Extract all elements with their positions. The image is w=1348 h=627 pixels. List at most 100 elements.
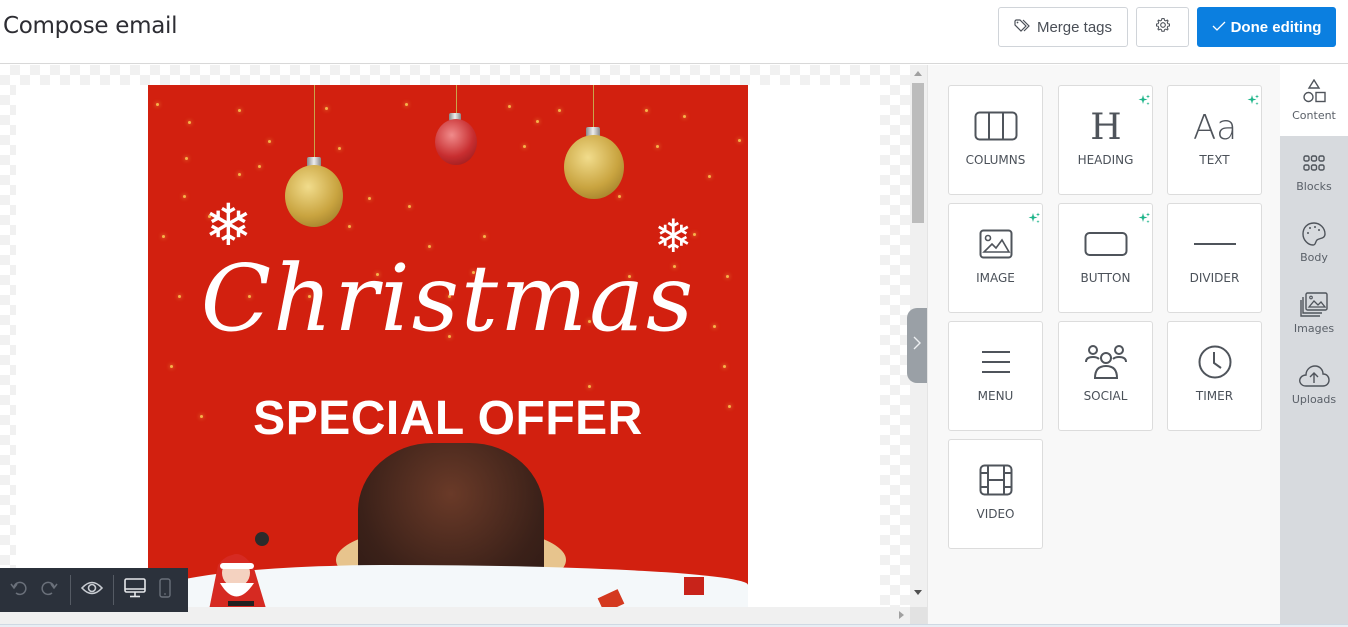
images-icon: [1300, 292, 1328, 318]
sparkle-star: [723, 365, 726, 368]
svg-text:H: H: [1090, 109, 1121, 143]
content-tile-timer[interactable]: TIMER: [1167, 321, 1262, 431]
side-tab-label: Content: [1292, 109, 1336, 122]
christmas-banner-image[interactable]: ❄ ❄ Christmas SPECIAL OFFER: [148, 85, 748, 607]
side-tab-label: Blocks: [1296, 180, 1332, 193]
scroll-up-arrow[interactable]: [914, 71, 922, 76]
ai-sparkle-icon: [1247, 93, 1259, 111]
special-offer-heading: SPECIAL OFFER: [253, 392, 643, 445]
content-panel: COLUMNS H HEADING Aa TEXT IMAGE BUTTON DIVIDER M…: [927, 65, 1280, 624]
text-icon: Aa: [1168, 106, 1261, 146]
blocks-grid-icon: [1303, 150, 1325, 176]
content-tile-image[interactable]: IMAGE: [948, 203, 1043, 313]
columns-icon: [949, 106, 1042, 146]
video-icon: [949, 460, 1042, 500]
tile-label: HEADING: [1077, 153, 1134, 167]
toolbar-divider: [113, 575, 114, 605]
gift-box: [684, 577, 704, 595]
gold-ornament-left: [285, 165, 343, 227]
content-tile-menu[interactable]: MENU: [948, 321, 1043, 431]
ornament-string: [456, 85, 457, 115]
tile-label: SOCIAL: [1083, 389, 1128, 403]
tile-label: TIMER: [1195, 389, 1234, 403]
sparkle-star: [588, 385, 591, 388]
sparkle-star: [683, 115, 686, 118]
red-ornament: [435, 119, 477, 165]
settings-button[interactable]: [1136, 7, 1189, 47]
sparkle-star: [368, 197, 371, 200]
scroll-down-arrow[interactable]: [914, 590, 922, 595]
shapes-icon: [1302, 79, 1326, 105]
side-tab-images[interactable]: Images: [1280, 278, 1348, 349]
sparkle-star: [536, 120, 539, 123]
desktop-view-button[interactable]: [120, 568, 150, 612]
side-tab-label: Uploads: [1291, 393, 1337, 406]
sparkle-star: [258, 165, 261, 168]
scroll-right-arrow[interactable]: [899, 611, 904, 619]
svg-text:Aa: Aa: [1192, 108, 1236, 144]
content-tile-text[interactable]: Aa TEXT: [1167, 85, 1262, 195]
image-icon: [949, 224, 1042, 264]
gold-ornament-right: [564, 135, 624, 199]
tile-label: DIVIDER: [1189, 271, 1240, 285]
button-icon: [1059, 224, 1152, 264]
preview-button[interactable]: [77, 568, 107, 612]
editor-toolbar: [0, 568, 188, 612]
social-icon: [1059, 342, 1152, 382]
content-tile-social[interactable]: SOCIAL: [1058, 321, 1153, 431]
sparkle-star: [693, 233, 696, 236]
content-tile-divider[interactable]: DIVIDER: [1167, 203, 1262, 313]
tile-label: BUTTON: [1080, 271, 1131, 285]
tile-label: TEXT: [1199, 153, 1230, 167]
ai-sparkle-icon: [1138, 211, 1150, 229]
gear-icon: [1155, 17, 1171, 37]
heading-icon: H: [1059, 106, 1152, 146]
tile-label: COLUMNS: [965, 153, 1026, 167]
done-editing-button[interactable]: Done editing: [1197, 7, 1336, 47]
palette-icon: [1301, 221, 1327, 247]
cloud-upload-icon: [1298, 363, 1330, 389]
sparkle-star: [325, 107, 328, 110]
sparkle-star: [405, 103, 408, 106]
side-tab-uploads[interactable]: Uploads: [1280, 349, 1348, 420]
sparkle-star: [162, 235, 165, 238]
content-tile-video[interactable]: VIDEO: [948, 439, 1043, 549]
sparkle-star: [348, 225, 351, 228]
ornament-string: [593, 85, 594, 129]
christmas-script-heading: Christmas: [200, 245, 696, 352]
scrollbar-corner: [910, 607, 927, 624]
timer-icon: [1168, 342, 1261, 382]
content-tile-heading[interactable]: H HEADING: [1058, 85, 1153, 195]
eye-icon: [80, 580, 104, 601]
scrollbar-thumb[interactable]: [912, 83, 924, 223]
side-tab-content[interactable]: Content: [1280, 65, 1348, 136]
side-tab-body[interactable]: Body: [1280, 207, 1348, 278]
menu-icon: [949, 342, 1042, 382]
email-canvas[interactable]: ❄ ❄ Christmas SPECIAL OFFER: [0, 65, 910, 607]
sparkle-star: [558, 109, 561, 112]
sparkle-star: [408, 205, 411, 208]
mobile-icon: [159, 577, 171, 603]
merge-tags-button[interactable]: Merge tags: [998, 7, 1128, 47]
redo-button[interactable]: [34, 568, 64, 612]
done-editing-label: Done editing: [1230, 18, 1322, 36]
undo-button[interactable]: [4, 568, 34, 612]
content-tile-button[interactable]: BUTTON: [1058, 203, 1153, 313]
merge-tags-label: Merge tags: [1036, 18, 1113, 36]
content-tile-columns[interactable]: COLUMNS: [948, 85, 1043, 195]
sparkle-star: [738, 139, 741, 142]
sparkle-star: [618, 195, 621, 198]
mobile-view-button[interactable]: [150, 568, 180, 612]
toolbar-divider: [70, 575, 71, 605]
sparkle-star: [708, 175, 711, 178]
sparkle-star: [338, 147, 341, 150]
sparkle-star: [645, 109, 648, 112]
ai-sparkle-icon: [1138, 93, 1150, 111]
ornament-string: [314, 85, 315, 161]
collapse-panel-button[interactable]: [907, 308, 927, 383]
side-tab-blocks[interactable]: Blocks: [1280, 136, 1348, 207]
sparkle-star: [508, 105, 511, 108]
sparkle-star: [523, 145, 526, 148]
page-title: Compose email: [3, 13, 178, 39]
tag-icon: [1014, 18, 1032, 36]
